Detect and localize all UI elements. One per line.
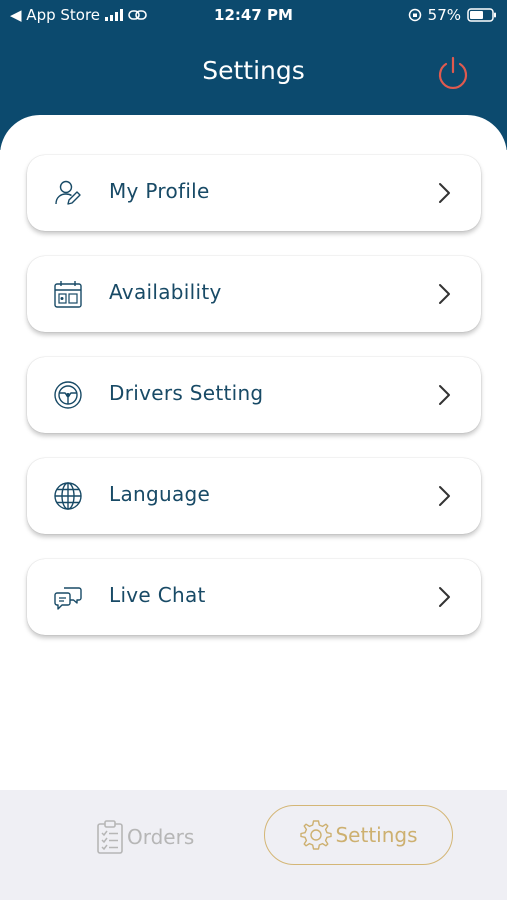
chevron-right-icon — [439, 385, 450, 405]
menu-item-label: Availability — [109, 280, 222, 304]
menu-item-label: Live Chat — [109, 583, 206, 607]
tab-settings-label: Settings — [335, 823, 418, 847]
user-edit-icon — [55, 180, 81, 205]
calendar-icon — [54, 281, 82, 308]
chevron-right-icon — [439, 486, 450, 506]
menu-item-drivers-setting[interactable]: Drivers Setting — [27, 357, 481, 433]
menu-item-my-profile[interactable]: My Profile — [27, 155, 481, 231]
chat-icon — [54, 587, 82, 610]
status-bar: ◀ App Store 12:47 PM 57% — [0, 0, 507, 32]
menu-item-live-chat[interactable]: Live Chat — [27, 559, 481, 635]
page-title: Settings — [202, 56, 305, 85]
status-right: 57% — [408, 6, 497, 24]
menu-item-label: My Profile — [109, 179, 210, 203]
tab-orders[interactable]: Orders — [95, 817, 194, 857]
tab-orders-label: Orders — [127, 825, 195, 849]
tab-settings[interactable]: Settings — [264, 805, 453, 865]
gear-icon — [300, 820, 333, 850]
menu-item-language[interactable]: Language — [27, 458, 481, 534]
chevron-right-icon — [439, 284, 450, 304]
orientation-lock-icon — [408, 8, 421, 22]
battery-percent: 57% — [427, 6, 461, 24]
clipboard-icon — [97, 820, 123, 854]
menu-item-label: Drivers Setting — [109, 381, 264, 405]
chevron-right-icon — [439, 587, 450, 607]
menu-item-label: Language — [109, 482, 211, 506]
tab-bar: Orders Settings — [0, 790, 507, 900]
chevron-right-icon — [439, 183, 450, 203]
menu-item-availability[interactable]: Availability — [27, 256, 481, 332]
battery-icon — [467, 8, 496, 22]
power-icon[interactable] — [435, 55, 471, 91]
steering-wheel-icon — [54, 381, 82, 409]
globe-icon — [54, 482, 82, 510]
